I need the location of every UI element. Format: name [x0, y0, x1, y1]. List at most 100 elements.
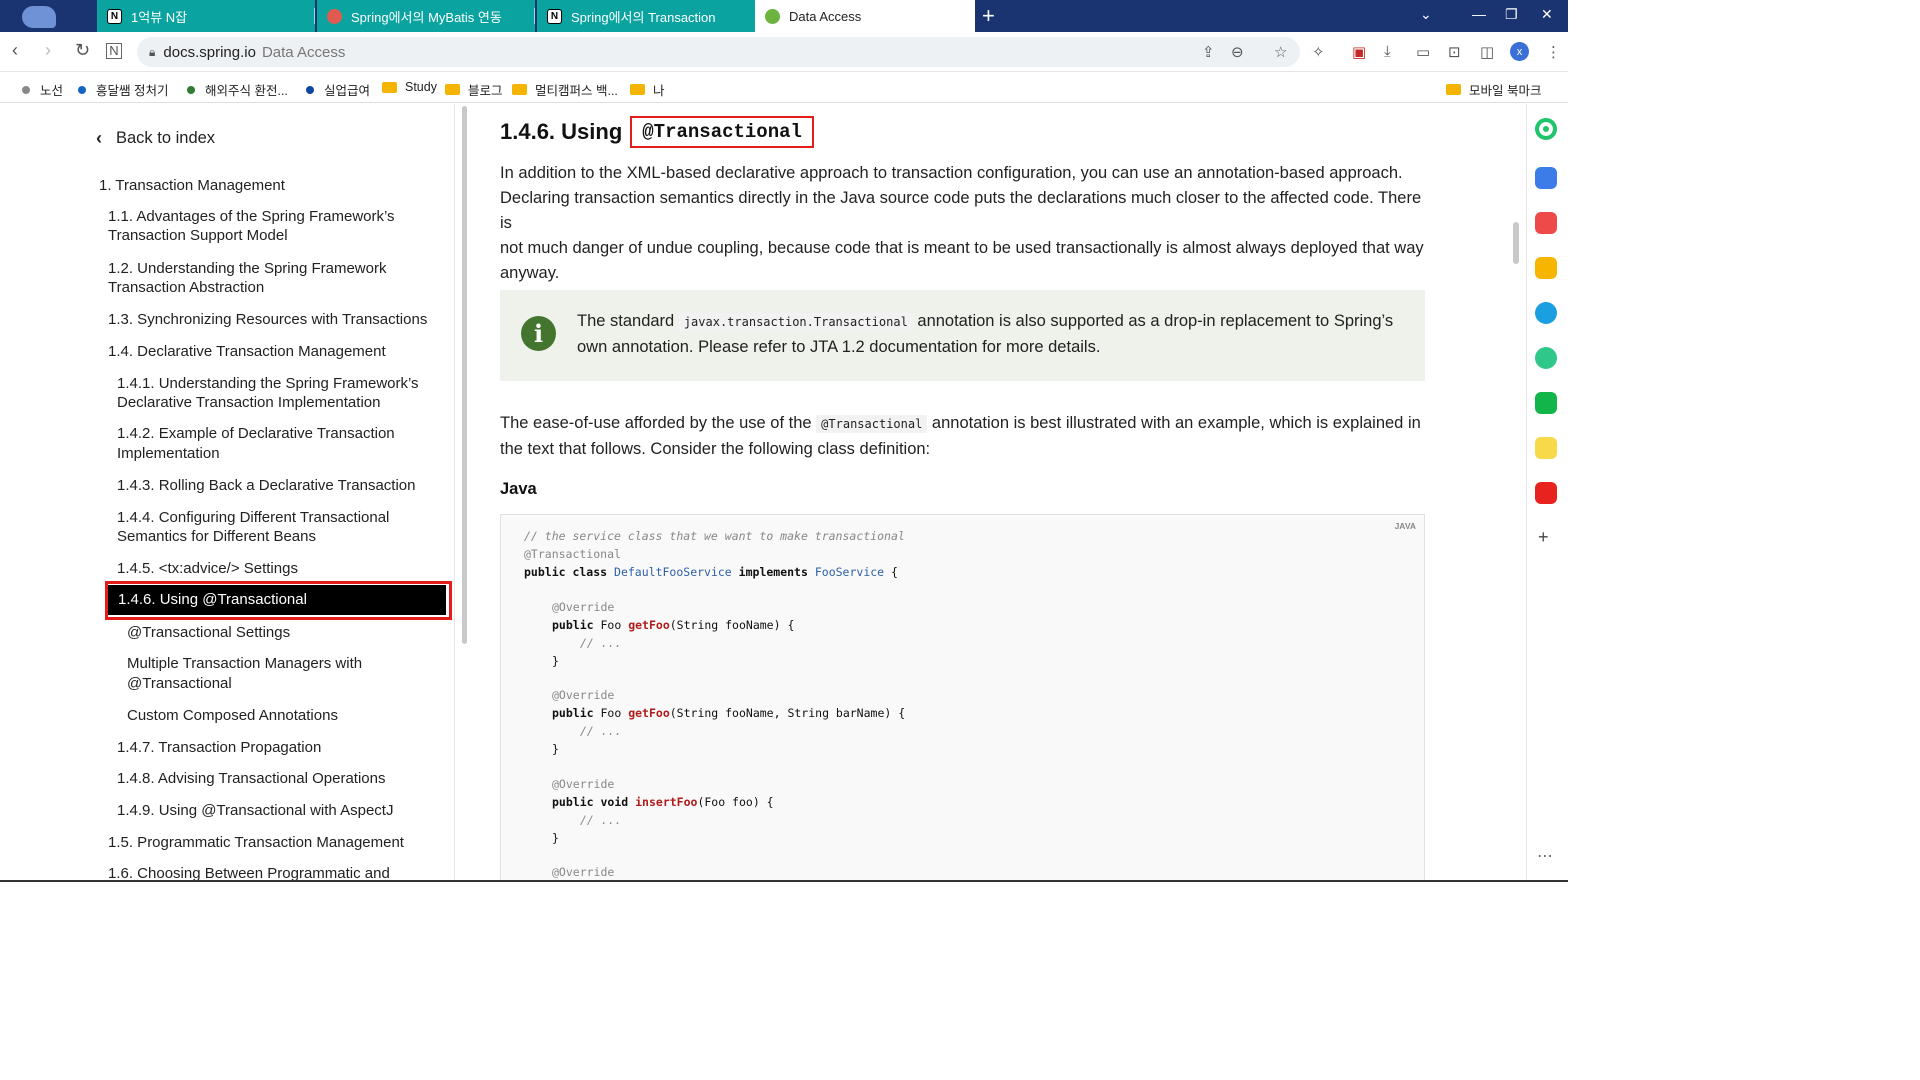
toc-item[interactable]: 1.4.3. Rolling Back a Declarative Transa…	[117, 476, 415, 496]
minimize-button[interactable]: —	[1472, 6, 1486, 22]
bookmark-label: 실업급여	[324, 84, 371, 98]
reload-icon[interactable]: ↻	[75, 40, 90, 61]
toc-item[interactable]: Custom Composed Annotations	[127, 706, 338, 726]
site-info-icon[interactable]: 🔒︎	[149, 45, 155, 60]
bookmark-folder[interactable]: 멀티캠퍼스 백...	[512, 80, 618, 99]
bookmark-folder[interactable]: Study	[382, 80, 437, 94]
toc-item[interactable]: 1.2. Understanding the Spring Framework	[108, 259, 386, 279]
bookmark-folder[interactable]: 나	[630, 80, 665, 99]
back-icon[interactable]: ‹	[12, 40, 18, 61]
toc-scrollbar[interactable]	[462, 106, 467, 644]
tab-3[interactable]: N Spring에서의 Transaction	[537, 0, 755, 32]
play-app-icon[interactable]	[1535, 347, 1557, 369]
address-bar[interactable]: 🔒︎ docs.spring.io Data Access	[137, 37, 1300, 67]
whale-app-icon[interactable]	[1535, 118, 1557, 140]
tab-1[interactable]: N 1억뷰 N잡	[97, 0, 315, 32]
toc-item-cont[interactable]: Transaction Abstraction	[108, 278, 264, 298]
bookmark-item[interactable]: 해외주식 환전...	[187, 80, 288, 99]
bookmark-item[interactable]: 실업급여	[306, 80, 370, 99]
code-line: public void insertFoo(Foo foo) {	[552, 795, 774, 809]
toc-item-cont[interactable]: Declarative Transaction Implementation	[117, 393, 380, 413]
code-args: (String fooName, String barName) {	[669, 706, 906, 720]
side-panel-rail: + ⋯	[1526, 104, 1568, 882]
code-comment: // ...	[580, 636, 622, 650]
favorite-icon[interactable]: ☆	[1274, 43, 1287, 61]
memo-app-icon[interactable]	[1535, 437, 1557, 459]
toc-item[interactable]: 1.5. Programmatic Transaction Management	[108, 833, 404, 853]
code-line: public Foo getFoo(String fooName) {	[552, 618, 794, 632]
toc-item[interactable]: 1.4.9. Using @Transactional with AspectJ	[117, 801, 393, 821]
tab-2[interactable]: Spring에서의 MyBatis 연동	[317, 0, 535, 32]
edge-app-icon[interactable]	[1535, 302, 1557, 324]
bookmark-dot-icon	[22, 85, 30, 94]
tab-label: 1억뷰 N잡	[131, 9, 188, 25]
toc-item-cont[interactable]: Implementation	[117, 444, 220, 464]
bookmark-item[interactable]: 흥달쌤 정처기	[78, 80, 168, 99]
calendar-app-icon[interactable]	[1535, 167, 1557, 189]
bookmark-item[interactable]: 노선	[22, 80, 63, 99]
page-scrollbar[interactable]	[1513, 222, 1519, 264]
tab-search-icon[interactable]: ⌄	[1420, 6, 1432, 23]
share-icon[interactable]: ⇪	[1202, 43, 1215, 61]
paragraph-line: not much danger of undue coupling, becau…	[500, 239, 1424, 257]
note-text-part: own annotation. Please refer to JTA 1.2 …	[577, 338, 1101, 356]
back-label: Back to index	[116, 129, 216, 147]
bookmark-folder[interactable]: 모바일 북마크	[1446, 80, 1541, 99]
address-host: docs.spring.io	[163, 43, 256, 61]
toc-item[interactable]: 1.4.5. <tx:advice/> Settings	[117, 559, 298, 579]
toc-item-cont[interactable]: Transaction Support Model	[108, 226, 288, 246]
bookmark-folder[interactable]: 블로그	[445, 80, 503, 99]
toc-item[interactable]: 1.4.8. Advising Transactional Operations	[117, 769, 386, 789]
paragraph-line: anyway.	[500, 264, 560, 282]
code-lang-badge: JAVA	[1394, 521, 1416, 531]
info-icon: i	[521, 316, 556, 351]
toc-item-cont[interactable]: @Transactional	[127, 674, 232, 694]
tab-4-active[interactable]: Data Access	[755, 0, 975, 32]
capture-icon[interactable]: ⊡	[1448, 43, 1461, 61]
forward-icon[interactable]: ›	[45, 40, 51, 61]
screen-icon[interactable]: ▭	[1416, 43, 1430, 61]
profile-avatar[interactable]: x	[1510, 42, 1529, 61]
code-annotation: @Override	[552, 600, 615, 614]
spring-leaf-icon	[765, 8, 780, 24]
toc-item[interactable]: 1.4.2. Example of Declarative Transactio…	[117, 424, 395, 444]
reader-icon[interactable]: N	[106, 43, 122, 59]
toc-item[interactable]: 1.4.7. Transaction Propagation	[117, 738, 321, 758]
extensions-icon[interactable]: ✧	[1312, 43, 1325, 61]
toc-item[interactable]: Multiple Transaction Managers with	[127, 654, 362, 674]
more-icon[interactable]: ⋯	[1537, 846, 1553, 866]
toc-item[interactable]: 1.3. Synchronizing Resources with Transa…	[108, 310, 427, 330]
zoom-icon[interactable]: ⊖	[1231, 43, 1244, 61]
intro-paragraph: In addition to the XML-based declarative…	[500, 161, 1430, 286]
toc-item[interactable]: 1.4.4. Configuring Different Transaction…	[117, 508, 389, 528]
toc-item[interactable]: @Transactional Settings	[127, 623, 290, 643]
toc-item[interactable]: 1.1. Advantages of the Spring Framework’…	[108, 207, 395, 227]
highlight-box	[105, 581, 452, 620]
toc-item[interactable]: 1. Transaction Management	[99, 176, 285, 196]
paragraph-line: Declaring transaction semantics directly…	[500, 189, 1422, 232]
code-keyword: public	[552, 795, 594, 809]
sidebar-icon[interactable]: ◫	[1480, 43, 1494, 61]
flag-icon[interactable]: ▣	[1352, 43, 1366, 61]
spring-icon	[327, 8, 342, 24]
download-icon[interactable]: ⤓	[1384, 43, 1391, 60]
tab-label: Data Access	[789, 8, 862, 24]
bookmark-dot-icon	[187, 85, 195, 94]
note-text: The standard javax.transaction.Transacti…	[577, 309, 1407, 360]
toc-item[interactable]: 1.4.1. Understanding the Spring Framewor…	[117, 374, 419, 394]
new-tab-button[interactable]: +	[982, 3, 995, 29]
add-app-icon[interactable]: +	[1538, 527, 1549, 548]
toc-item-cont[interactable]: Semantics for Different Beans	[117, 527, 316, 547]
code-block[interactable]: JAVA // the service class that we want t…	[500, 514, 1425, 882]
webtoon-app-icon[interactable]	[1535, 392, 1557, 414]
star-app-icon[interactable]	[1535, 257, 1557, 279]
bookmark-label: 나	[653, 84, 665, 98]
back-to-index-link[interactable]: ‹ Back to index	[96, 128, 215, 149]
pocket-app-icon[interactable]	[1535, 212, 1557, 234]
restore-button[interactable]: ❐	[1505, 6, 1518, 23]
example-paragraph: The ease-of-use afforded by the use of t…	[500, 411, 1430, 462]
now-app-icon[interactable]	[1535, 482, 1557, 504]
close-button[interactable]: ✕	[1541, 6, 1553, 23]
menu-icon[interactable]: ⋮	[1546, 43, 1561, 61]
toc-item[interactable]: 1.4. Declarative Transaction Management	[108, 342, 386, 362]
